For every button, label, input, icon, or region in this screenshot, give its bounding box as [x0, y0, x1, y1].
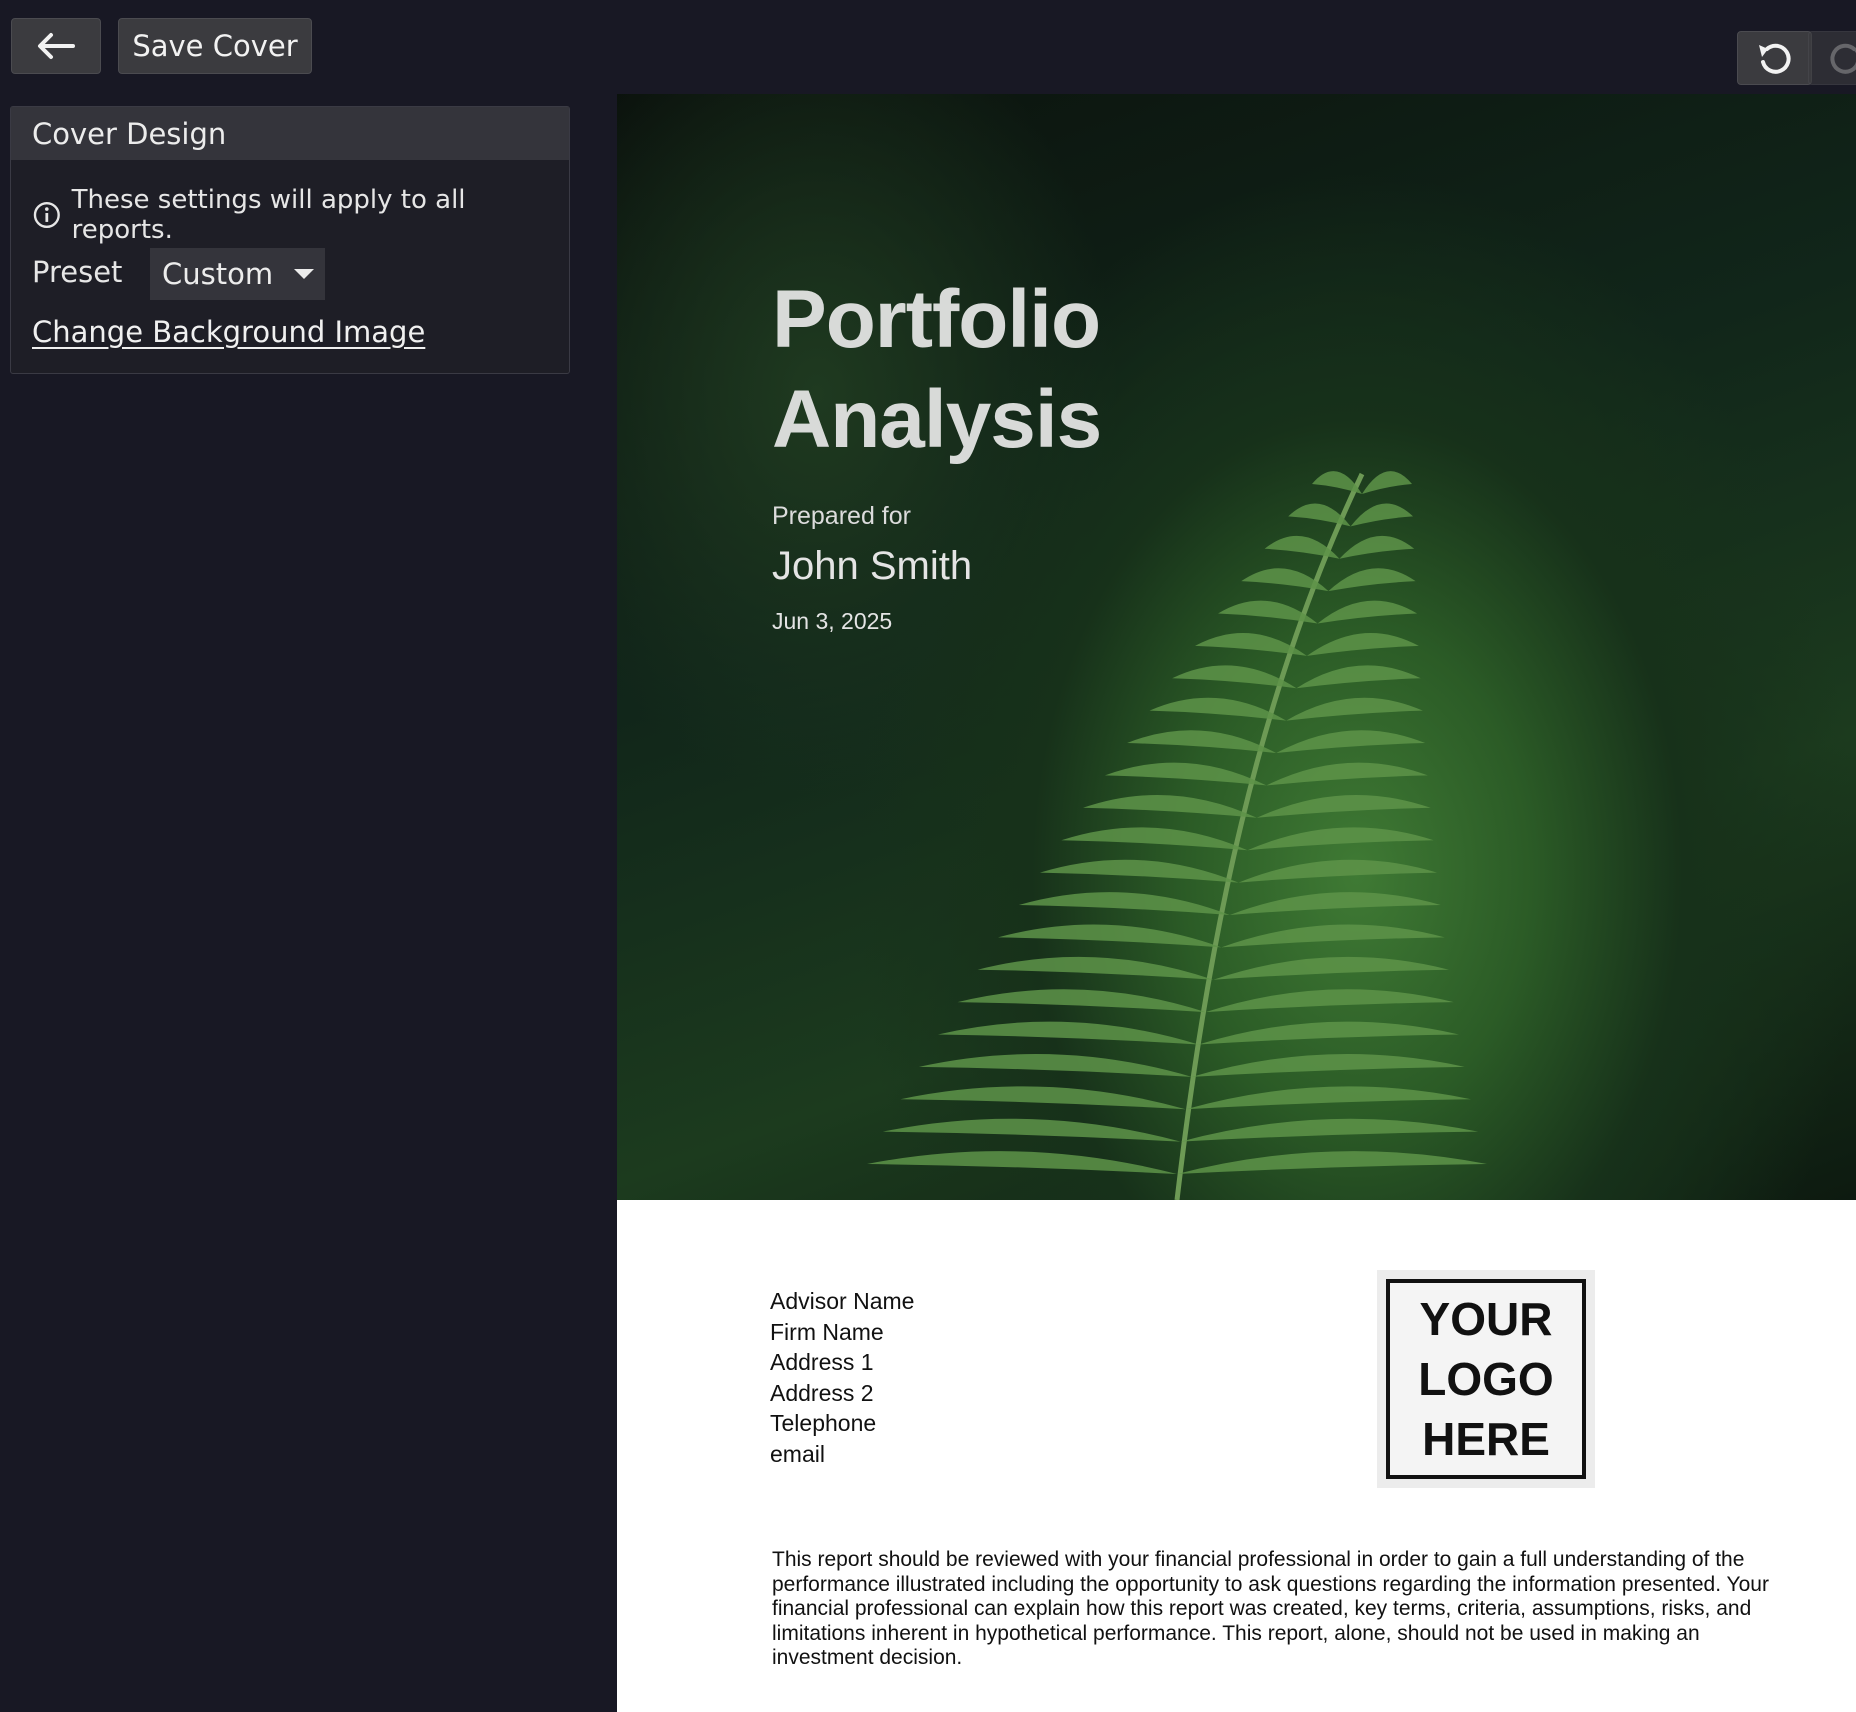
fern-leaflet: [1149, 697, 1287, 721]
fern-leaflet: [1172, 665, 1297, 689]
fern-leaflet: [1195, 633, 1307, 656]
logo-text: YOUR LOGO HERE: [1386, 1279, 1586, 1479]
prepared-for-label: Prepared for: [772, 502, 911, 530]
fern-leaflet: [1191, 1054, 1465, 1077]
fern-leaflet: [882, 1118, 1181, 1142]
fern-leaflet: [1213, 956, 1450, 980]
undo-button[interactable]: [1737, 31, 1812, 85]
fern-leaflet: [1238, 859, 1438, 883]
fern-leaflet: [1306, 633, 1419, 656]
preset-value: Custom: [162, 257, 274, 291]
fern-leaflet: [1247, 827, 1434, 851]
cover-title-line-2: Analysis: [772, 374, 1102, 465]
fern-leaflet: [1317, 600, 1418, 624]
arrow-left-icon: [38, 33, 75, 59]
logo-line-3: HERE: [1422, 1413, 1550, 1465]
fern-leaflet: [1350, 503, 1414, 527]
fern-leaflet: [1328, 568, 1416, 592]
info-icon: [33, 201, 60, 229]
logo-placeholder: YOUR LOGO HERE: [1377, 1270, 1595, 1488]
advisor-info: Advisor Name Firm Name Address 1 Address…: [770, 1286, 914, 1469]
preset-label: Preset: [32, 255, 123, 289]
fern-leaflet: [867, 1151, 1177, 1174]
fern-leaflet: [1312, 471, 1362, 494]
fern-leaflet: [937, 1021, 1199, 1045]
undo-icon: [1758, 43, 1791, 74]
client-name: John Smith: [772, 544, 973, 588]
fern-leaflet: [998, 924, 1222, 948]
change-background-image-link[interactable]: Change Background Image: [32, 315, 425, 349]
cover-design-panel: Cover Design These settings will apply t…: [10, 106, 570, 374]
fern-leaflet: [1229, 892, 1441, 915]
fern-leaflet: [1083, 794, 1257, 818]
fern-leaflet: [1362, 471, 1412, 494]
telephone: Telephone: [770, 1410, 877, 1436]
advisor-name: Advisor Name: [770, 1288, 915, 1314]
fern-leaflet: [1221, 924, 1445, 948]
preset-select[interactable]: Custom: [150, 248, 325, 300]
info-text: These settings will apply to all reports…: [71, 185, 466, 245]
fern-leaflet: [918, 1054, 1192, 1077]
fern-leaflet: [1185, 1086, 1471, 1110]
disclaimer-text: This report should be reviewed with your…: [772, 1548, 1769, 1669]
fern-leaflet: [1177, 1151, 1487, 1174]
fern-leaflet: [900, 1086, 1186, 1110]
address-1: Address 1: [770, 1349, 874, 1375]
fern-leaflet: [1127, 730, 1277, 754]
fern-leaflet: [1296, 665, 1421, 689]
fern-leaflet: [1180, 1118, 1479, 1142]
fern-illustration: [867, 471, 1487, 1200]
chevron-down-icon: [294, 269, 314, 279]
fern-leaflet: [1286, 697, 1423, 721]
fern-leaflet: [1018, 892, 1230, 915]
toolbar: Save Cover: [0, 0, 1856, 94]
fern-leaflet: [957, 989, 1206, 1013]
fern-leaflet: [1039, 859, 1239, 883]
redo-button[interactable]: [1808, 31, 1856, 85]
cover-title-line-1: Portfolio: [772, 274, 1101, 365]
fern-leaflet: [1061, 827, 1248, 851]
address-2: Address 2: [770, 1379, 874, 1406]
firm-name: Firm Name: [770, 1318, 884, 1345]
logo-line-1: YOUR: [1419, 1293, 1553, 1345]
cover-background-image: Portfolio Analysis Prepared for John Smi…: [617, 94, 1856, 1200]
fern-leaflet: [1104, 762, 1267, 786]
fern-leaflet: [977, 956, 1214, 980]
save-cover-button[interactable]: Save Cover: [118, 18, 312, 74]
fern-leaflet: [1205, 989, 1454, 1013]
redo-icon: [1829, 43, 1856, 74]
fern-leaflet: [1198, 1021, 1459, 1045]
cover-title: Portfolio Analysis: [772, 270, 1102, 470]
back-button[interactable]: [11, 18, 101, 74]
cover-preview: Portfolio Analysis Prepared for John Smi…: [617, 94, 1856, 1712]
logo-line-2: LOGO: [1418, 1353, 1554, 1405]
report-date: Jun 3, 2025: [772, 608, 893, 634]
fern-leaflet: [1256, 794, 1431, 818]
fern-leaflet: [1276, 730, 1426, 754]
fern-leaflet: [1339, 535, 1415, 559]
email: email: [770, 1440, 825, 1467]
panel-title: Cover Design: [11, 107, 569, 160]
info-message: These settings will apply to all reports…: [32, 185, 569, 245]
fern-leaflet: [1266, 762, 1428, 786]
